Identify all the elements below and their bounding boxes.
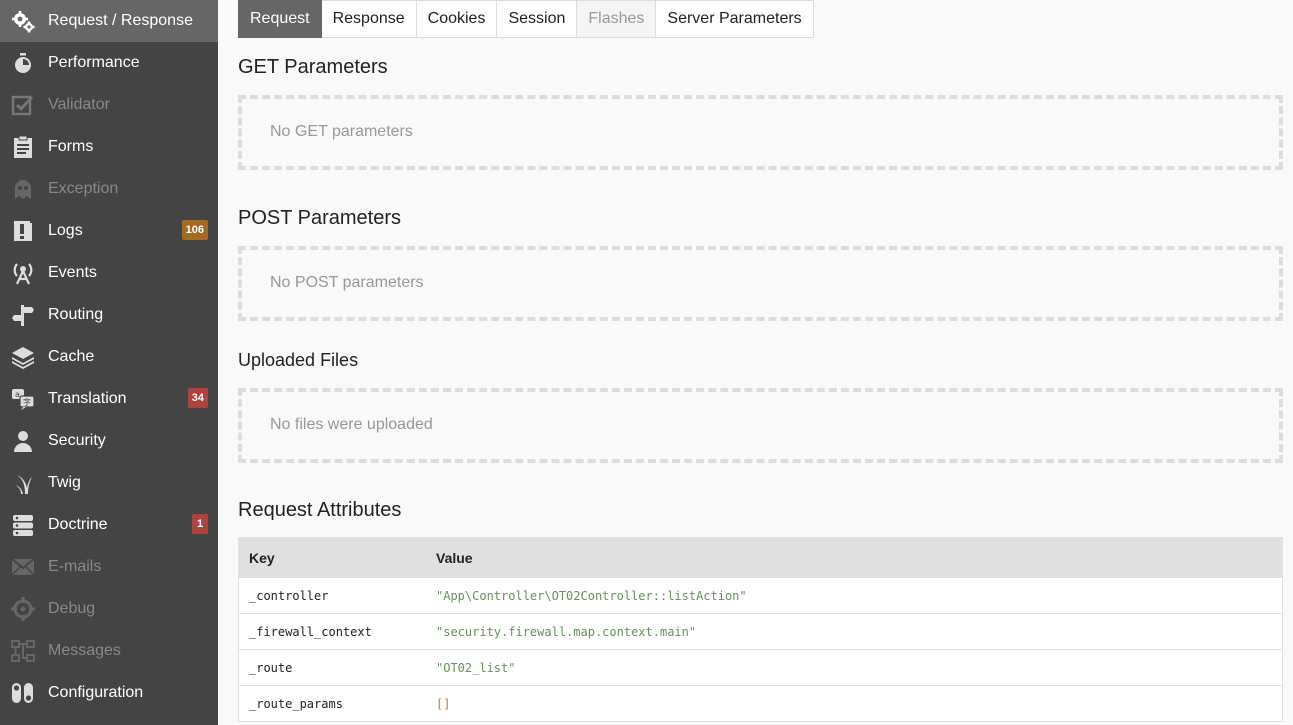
request-attributes-table: Key Value _controller "App\Controller\OT… <box>238 537 1283 722</box>
uploaded-files-empty-box: No files were uploaded <box>238 388 1283 463</box>
tab-session[interactable]: Session <box>497 0 578 38</box>
doctrine-count-badge: 1 <box>192 514 208 534</box>
database-icon <box>11 513 35 537</box>
checkbox-icon <box>11 93 35 117</box>
toggles-icon <box>11 681 35 705</box>
menu-label: Validator <box>48 96 110 113</box>
menu-label: Performance <box>48 54 140 71</box>
attribute-value: "OT02_list" <box>436 660 516 675</box>
menu-label: Configuration <box>48 684 144 701</box>
logs-count-badge: 106 <box>181 220 208 240</box>
menu-item-validator[interactable]: Validator <box>0 84 218 126</box>
post-parameters-heading: POST Parameters <box>238 207 402 229</box>
gears-icon <box>11 9 35 33</box>
menu-label: Cache <box>48 348 95 365</box>
layers-icon <box>11 345 35 369</box>
attribute-value: "App\Controller\OT02Controller::listActi… <box>436 588 747 603</box>
menu-label: Security <box>48 432 106 449</box>
ghost-icon <box>11 177 35 201</box>
attribute-key: _firewall_context <box>249 624 372 639</box>
menu-item-logs[interactable]: Logs 106 <box>0 210 218 252</box>
post-parameters-empty-box: No POST parameters <box>238 246 1283 321</box>
menu-label: Exception <box>48 180 119 197</box>
menu-label: Events <box>48 264 97 281</box>
tab-cookies[interactable]: Cookies <box>416 0 498 38</box>
tab-request[interactable]: Request <box>238 0 322 38</box>
menu-item-emails[interactable]: E-mails <box>0 546 218 588</box>
messages-icon <box>11 639 35 663</box>
column-header-key: Key <box>249 549 275 566</box>
menu-item-request-response[interactable]: Request / Response <box>0 0 218 42</box>
menu-item-debug[interactable]: Debug <box>0 588 218 630</box>
signpost-icon <box>11 303 35 327</box>
svg-text:a: a <box>15 390 20 399</box>
table-row: _route "OT02_list" <box>239 649 1282 685</box>
request-attributes-heading: Request Attributes <box>238 499 402 521</box>
menu-item-configuration[interactable]: Configuration <box>0 672 218 714</box>
menu-label: Messages <box>48 642 121 659</box>
tab-bar: Request Response Cookies Session Flashes… <box>238 0 814 38</box>
table-header: Key Value <box>239 538 1282 577</box>
attribute-value: [] <box>436 696 451 711</box>
menu-label: Doctrine <box>48 516 108 533</box>
get-parameters-empty-box: No GET parameters <box>238 95 1283 170</box>
tab-server-parameters[interactable]: Server Parameters <box>656 0 814 38</box>
exclamation-icon <box>11 219 35 243</box>
broadcast-tower-icon <box>11 261 35 285</box>
twig-icon <box>11 471 35 495</box>
table-row: _controller "App\Controller\OT02Controll… <box>239 577 1282 613</box>
menu-item-translation[interactable]: a字 Translation 34 <box>0 378 218 420</box>
user-icon <box>11 429 35 453</box>
clipboard-icon <box>11 135 35 159</box>
attribute-key: _route <box>249 660 293 675</box>
stopwatch-icon <box>11 51 35 75</box>
attribute-value: "security.firewall.map.context.main" <box>436 624 697 639</box>
menu-label: Logs <box>48 222 83 239</box>
menu-item-cache[interactable]: Cache <box>0 336 218 378</box>
menu-item-events[interactable]: Events <box>0 252 218 294</box>
menu-item-forms[interactable]: Forms <box>0 126 218 168</box>
attribute-key: _controller <box>249 588 329 603</box>
translate-icon: a字 <box>11 387 35 411</box>
menu-label: Translation <box>48 390 127 407</box>
svg-text:字: 字 <box>23 397 31 407</box>
empty-message: No POST parameters <box>270 274 424 291</box>
table-row: _firewall_context "security.firewall.map… <box>239 613 1282 649</box>
envelope-icon <box>11 555 35 579</box>
empty-message: No files were uploaded <box>270 416 433 433</box>
get-parameters-heading: GET Parameters <box>238 56 388 78</box>
crosshair-icon <box>11 597 35 621</box>
attribute-key: _route_params <box>249 696 343 711</box>
menu-item-twig[interactable]: Twig <box>0 462 218 504</box>
menu-label: Debug <box>48 600 96 617</box>
menu-label: Request / Response <box>48 12 193 29</box>
menu-label: Forms <box>48 138 94 155</box>
menu-label: Routing <box>48 306 104 323</box>
sidebar-menu: Request / Response Performance Validator… <box>0 0 218 725</box>
menu-item-doctrine[interactable]: Doctrine 1 <box>0 504 218 546</box>
menu-item-performance[interactable]: Performance <box>0 42 218 84</box>
menu-item-routing[interactable]: Routing <box>0 294 218 336</box>
menu-item-messages[interactable]: Messages <box>0 630 218 672</box>
menu-label: Twig <box>48 474 81 491</box>
menu-item-security[interactable]: Security <box>0 420 218 462</box>
tab-flashes[interactable]: Flashes <box>577 0 657 38</box>
table-row: _route_params [] <box>239 685 1282 721</box>
empty-message: No GET parameters <box>270 123 413 140</box>
translation-count-badge: 34 <box>187 388 208 408</box>
column-header-value: Value <box>436 549 473 566</box>
menu-item-exception[interactable]: Exception <box>0 168 218 210</box>
tab-response[interactable]: Response <box>321 0 417 38</box>
menu-label: E-mails <box>48 558 102 575</box>
uploaded-files-heading: Uploaded Files <box>238 350 359 370</box>
